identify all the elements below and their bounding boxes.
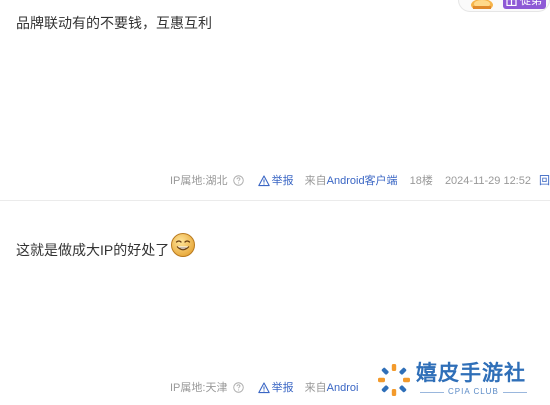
report-label: 举报: [271, 175, 294, 187]
post-meta-bar: IP属地:天津 举报 来自Androi: [170, 379, 358, 397]
floor-number: 18楼: [409, 175, 433, 187]
post-content: 品牌联动有的不要钱，互惠互利: [16, 15, 212, 31]
ip-location: IP属地:天津: [170, 382, 228, 394]
reply-button[interactable]: 回复: [539, 172, 550, 190]
post-source: 来自Android客户端: [305, 172, 398, 190]
post-time: 2024-11-29 12:52: [444, 175, 531, 187]
post-source: 来自Androi: [305, 379, 359, 397]
ring-logo-icon: [378, 364, 410, 396]
post-meta-bar: IP属地:湖北 举报 来自Android客户端 18楼 2024-11-29 1…: [170, 172, 550, 190]
post-content-row: 这就是做成大IP的好处了: [16, 232, 196, 260]
report-link[interactable]: 举报: [257, 379, 294, 400]
report-link[interactable]: 举报: [257, 172, 294, 193]
smiley-emoji-icon: [171, 233, 196, 257]
question-icon[interactable]: [232, 175, 244, 186]
reply-post: 品牌联动有的不要钱，互惠互利 IP属地:湖北 举报 来自Android客户端 1…: [0, 0, 550, 200]
post-content: 这就是做成大IP的好处了: [16, 242, 170, 258]
ip-location: IP属地:湖北: [170, 175, 228, 187]
watermark-logo: 嬉皮手游社 CPIA CLUB: [376, 360, 546, 400]
source-prefix: 来自: [304, 175, 327, 187]
watermark-name: 嬉皮手游社: [416, 362, 526, 385]
report-label: 举报: [271, 382, 294, 394]
warning-icon: [257, 175, 270, 187]
question-icon[interactable]: [232, 382, 244, 393]
client-link[interactable]: Android客户端: [327, 172, 398, 190]
client-link[interactable]: Androi: [327, 379, 359, 397]
warning-icon: [257, 382, 270, 394]
watermark-subtitle: CPIA CLUB: [420, 387, 527, 396]
source-prefix: 来自: [304, 382, 327, 394]
